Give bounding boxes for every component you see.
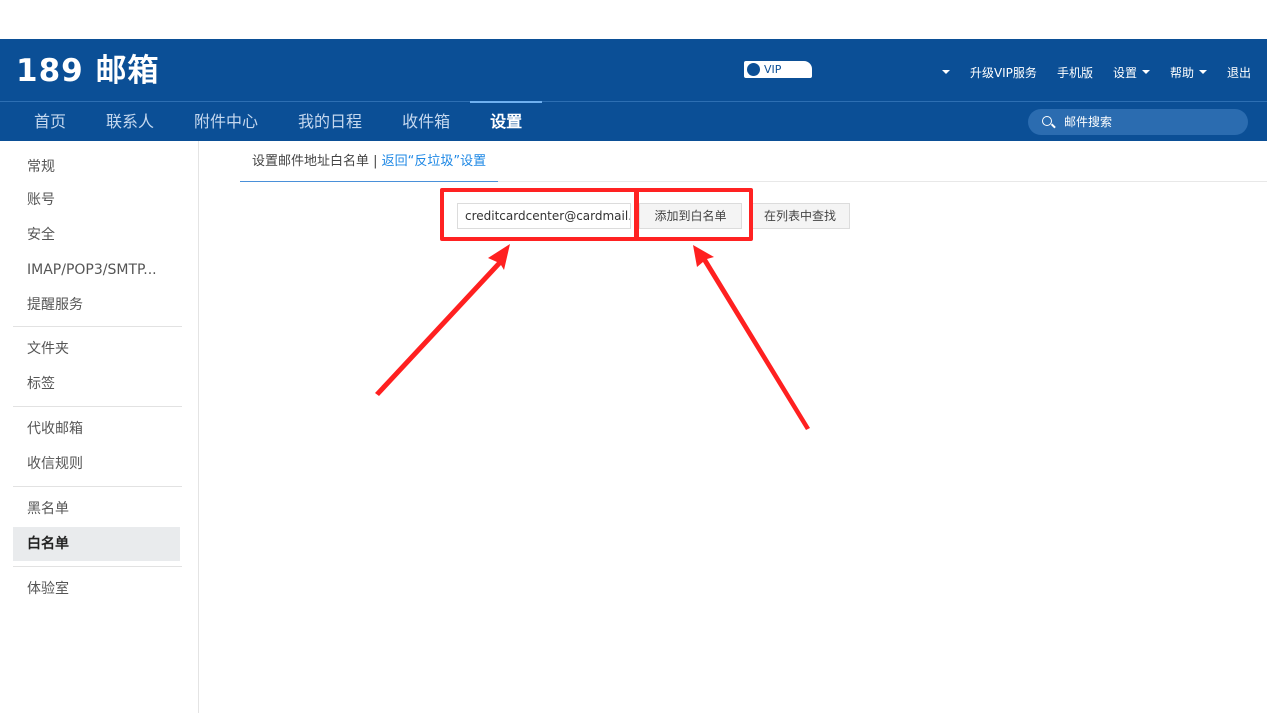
arrow-to-input [375,244,510,396]
arrow-to-button [693,245,810,430]
annotation-arrows [375,244,810,430]
app-window: 189 邮箱 VIP 升级VIP服务 手机版 设置 帮助 退出 首页 联系人 附… [0,0,1267,713]
